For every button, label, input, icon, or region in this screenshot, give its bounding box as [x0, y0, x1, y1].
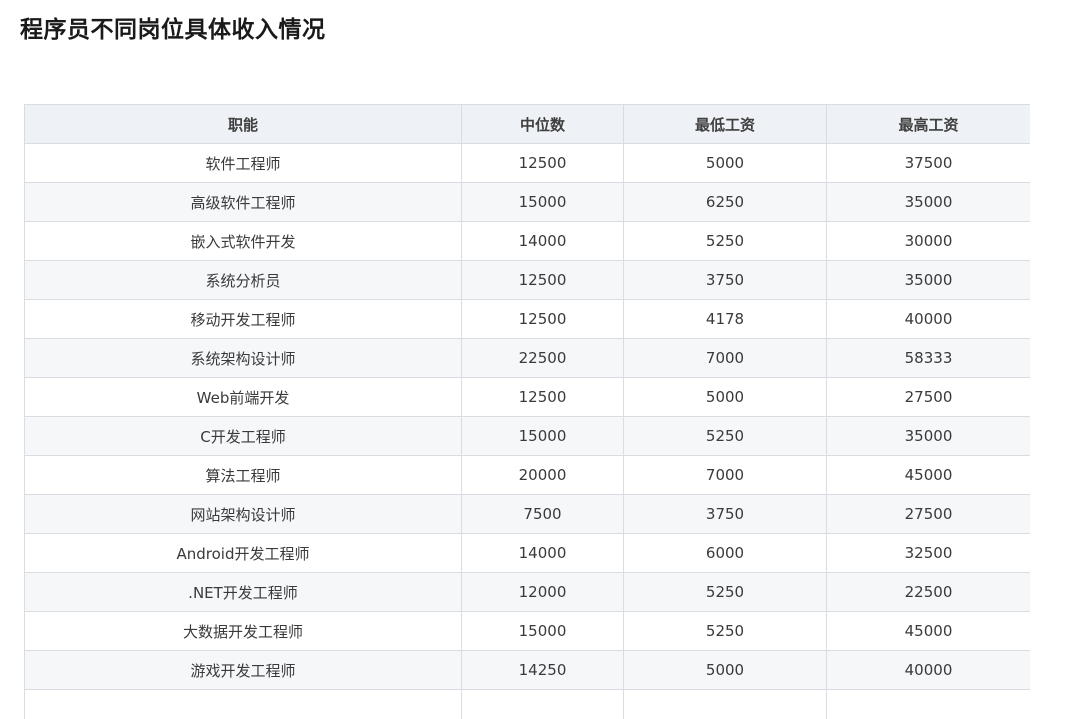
- max-salary-cell: 22500: [826, 572, 1030, 612]
- max-salary-cell: 40000: [826, 299, 1030, 339]
- table-body: 软件工程师 12500 5000 37500 高级软件工程师 15000 6250 35000…: [24, 143, 1030, 719]
- min-salary-cell: 5250: [623, 572, 827, 612]
- median-cell: 12500: [461, 143, 624, 183]
- column-header-median: 中位数: [461, 104, 624, 144]
- column-header-role: 职能: [24, 104, 462, 144]
- max-salary-cell: 27500: [826, 494, 1030, 534]
- table-row: 网站架构设计师 7500 3750 27500: [24, 494, 1030, 534]
- role-cell: 大数据开发工程师: [24, 611, 462, 651]
- role-cell: 软件工程师: [24, 143, 462, 183]
- median-cell: 14000: [461, 533, 624, 573]
- table-row: 算法工程师 20000 7000 45000: [24, 455, 1030, 495]
- role-cell: .NET开发工程师: [24, 572, 462, 612]
- min-salary-cell: 3750: [623, 494, 827, 534]
- median-cell: 12500: [461, 260, 624, 300]
- min-salary-cell: 7000: [623, 455, 827, 495]
- median-cell: 12000: [461, 572, 624, 612]
- table-row: [24, 689, 1030, 719]
- table-row: 大数据开发工程师 15000 5250 45000: [24, 611, 1030, 651]
- min-salary-cell: 5000: [623, 377, 827, 417]
- table-row: .NET开发工程师 12000 5250 22500: [24, 572, 1030, 612]
- max-salary-cell: 37500: [826, 143, 1030, 183]
- median-cell: 12500: [461, 377, 624, 417]
- max-salary-cell: 32500: [826, 533, 1030, 573]
- table-row: 游戏开发工程师 14250 5000 40000: [24, 650, 1030, 690]
- min-salary-cell: 5250: [623, 221, 827, 261]
- median-cell: 12500: [461, 299, 624, 339]
- median-cell: 15000: [461, 611, 624, 651]
- min-salary-cell: 3750: [623, 260, 827, 300]
- max-salary-cell: 27500: [826, 377, 1030, 417]
- salary-table-container: 职能 中位数 最低工资 最高工资 软件工程师 12500 5000 37500 高级软件…: [24, 104, 1030, 719]
- role-cell: 游戏开发工程师: [24, 650, 462, 690]
- role-cell: 高级软件工程师: [24, 182, 462, 222]
- max-salary-cell: 35000: [826, 260, 1030, 300]
- min-salary-cell: [623, 689, 827, 719]
- max-salary-cell: 30000: [826, 221, 1030, 261]
- min-salary-cell: 4178: [623, 299, 827, 339]
- table-row: 软件工程师 12500 5000 37500: [24, 143, 1030, 183]
- column-header-max-salary: 最高工资: [826, 104, 1030, 144]
- max-salary-cell: 45000: [826, 611, 1030, 651]
- table-row: 系统架构设计师 22500 7000 58333: [24, 338, 1030, 378]
- median-cell: 15000: [461, 182, 624, 222]
- table-row: Android开发工程师 14000 6000 32500: [24, 533, 1030, 573]
- median-cell: 14250: [461, 650, 624, 690]
- role-cell: 系统架构设计师: [24, 338, 462, 378]
- table-row: 移动开发工程师 12500 4178 40000: [24, 299, 1030, 339]
- max-salary-cell: 35000: [826, 182, 1030, 222]
- max-salary-cell: 35000: [826, 416, 1030, 456]
- median-cell: 15000: [461, 416, 624, 456]
- table-row: 嵌入式软件开发 14000 5250 30000: [24, 221, 1030, 261]
- median-cell: 22500: [461, 338, 624, 378]
- role-cell: Android开发工程师: [24, 533, 462, 573]
- column-header-min-salary: 最低工资: [623, 104, 827, 144]
- salary-table: 职能 中位数 最低工资 最高工资 软件工程师 12500 5000 37500 高级软件…: [24, 104, 1030, 719]
- median-cell: [461, 689, 624, 719]
- role-cell: 系统分析员: [24, 260, 462, 300]
- min-salary-cell: 6000: [623, 533, 827, 573]
- max-salary-cell: 40000: [826, 650, 1030, 690]
- role-cell: 嵌入式软件开发: [24, 221, 462, 261]
- min-salary-cell: 5250: [623, 611, 827, 651]
- min-salary-cell: 5000: [623, 143, 827, 183]
- median-cell: 14000: [461, 221, 624, 261]
- role-cell: Web前端开发: [24, 377, 462, 417]
- min-salary-cell: 5250: [623, 416, 827, 456]
- table-row: Web前端开发 12500 5000 27500: [24, 377, 1030, 417]
- role-cell: [24, 689, 462, 719]
- min-salary-cell: 7000: [623, 338, 827, 378]
- max-salary-cell: [826, 689, 1030, 719]
- table-header-row: 职能 中位数 最低工资 最高工资: [24, 104, 1030, 144]
- max-salary-cell: 45000: [826, 455, 1030, 495]
- role-cell: 网站架构设计师: [24, 494, 462, 534]
- role-cell: 算法工程师: [24, 455, 462, 495]
- min-salary-cell: 6250: [623, 182, 827, 222]
- table-row: 系统分析员 12500 3750 35000: [24, 260, 1030, 300]
- page-title: 程序员不同岗位具体收入情况: [20, 17, 326, 43]
- role-cell: 移动开发工程师: [24, 299, 462, 339]
- table-row: 高级软件工程师 15000 6250 35000: [24, 182, 1030, 222]
- table-row: C开发工程师 15000 5250 35000: [24, 416, 1030, 456]
- role-cell: C开发工程师: [24, 416, 462, 456]
- min-salary-cell: 5000: [623, 650, 827, 690]
- median-cell: 20000: [461, 455, 624, 495]
- max-salary-cell: 58333: [826, 338, 1030, 378]
- median-cell: 7500: [461, 494, 624, 534]
